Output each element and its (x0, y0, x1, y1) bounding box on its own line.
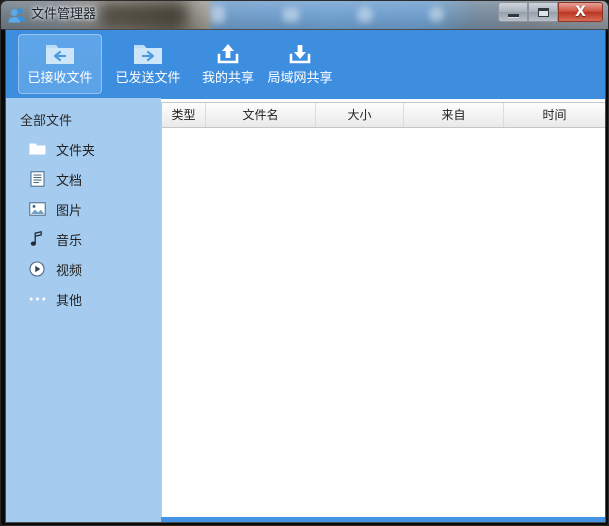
sidebar-item-label: 文件夹 (56, 140, 95, 159)
folder-icon (28, 140, 46, 158)
folder-out-icon (106, 38, 190, 70)
toolbar-button-label: 已发送文件 (106, 70, 190, 87)
users-icon (8, 6, 26, 24)
toolbar-button-received-files[interactable]: 已接收文件 (18, 34, 102, 94)
sidebar-item-video[interactable]: 视频 (6, 254, 156, 284)
sidebar-item-label: 音乐 (56, 230, 82, 249)
column-header-filename[interactable]: 文件名 (206, 103, 316, 127)
toolbar-button-sent-files[interactable]: 已发送文件 (106, 34, 190, 94)
sidebar-item-folder[interactable]: 文件夹 (6, 134, 156, 164)
minimize-icon (508, 14, 519, 17)
close-icon: X (575, 5, 586, 19)
download-icon (258, 38, 342, 70)
video-play-icon (28, 260, 46, 278)
column-header-size[interactable]: 大小 (316, 103, 404, 127)
glass-blur-artifact (357, 7, 373, 23)
file-list-header: 类型 文件名 大小 来自 时间 (162, 103, 605, 128)
sidebar-item-label: 文档 (56, 170, 82, 189)
sidebar: 全部文件 文件夹 (6, 98, 156, 522)
sidebar-item-label: 图片 (56, 200, 82, 219)
toolbar: 已接收文件 已发送文件 (6, 30, 605, 99)
file-list-body[interactable] (162, 128, 605, 517)
glass-blur-artifact (283, 8, 299, 22)
minimize-button[interactable] (498, 2, 528, 22)
sidebar-item-other[interactable]: 其他 (6, 284, 156, 314)
sidebar-item-label: 其他 (56, 290, 82, 309)
glass-blur-artifact (211, 6, 225, 23)
toolbar-button-lan-share[interactable]: 局域网共享 (258, 34, 342, 94)
column-header-time[interactable]: 时间 (504, 103, 605, 127)
document-icon (28, 170, 46, 188)
column-header-from[interactable]: 来自 (404, 103, 504, 127)
music-note-icon (28, 230, 46, 248)
sidebar-item-picture[interactable]: 图片 (6, 194, 156, 224)
ellipsis-icon (28, 290, 46, 308)
toolbar-button-label: 局域网共享 (258, 70, 342, 87)
client-area: 已接收文件 已发送文件 (5, 29, 606, 523)
folder-in-icon (18, 38, 102, 70)
close-button[interactable]: X (558, 2, 603, 22)
glass-blur-artifact (101, 3, 187, 27)
glass-blur-artifact (429, 7, 444, 22)
sidebar-item-document[interactable]: 文档 (6, 164, 156, 194)
picture-icon (28, 200, 46, 218)
sidebar-title: 全部文件 (20, 110, 72, 129)
column-header-type[interactable]: 类型 (162, 103, 206, 127)
toolbar-button-label: 已接收文件 (18, 70, 102, 87)
pagination-bar: ❥ ‹ 第 页/1页 › ❦ (161, 517, 605, 523)
file-list-panel: 类型 文件名 大小 来自 时间 (161, 102, 605, 517)
title-bar[interactable]: 文件管理器 X (1, 1, 609, 30)
file-manager-window: 文件管理器 X 已接收文件 (0, 0, 609, 526)
window-title: 文件管理器 (31, 5, 96, 24)
sidebar-item-label: 视频 (56, 260, 82, 279)
maximize-icon (538, 8, 549, 17)
sidebar-item-music[interactable]: 音乐 (6, 224, 156, 254)
maximize-button[interactable] (528, 2, 558, 22)
